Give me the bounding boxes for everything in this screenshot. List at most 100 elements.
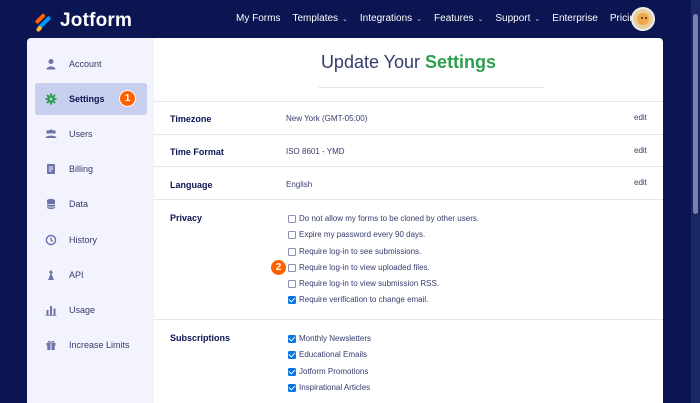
option-label: Expire my password every 90 days.: [299, 230, 426, 239]
language-value: English: [286, 180, 313, 189]
checkbox[interactable]: [288, 214, 296, 223]
sidebar-item-history[interactable]: History: [35, 224, 147, 256]
timezone-edit-link[interactable]: edit: [634, 113, 647, 122]
main-nav: My Forms Templates ⌄ Integrations ⌄ Featur…: [236, 13, 652, 24]
checkbox[interactable]: [288, 230, 296, 239]
privacy-option-no-clone[interactable]: Do not allow my forms to be cloned by ot…: [288, 214, 479, 223]
gift-icon: [45, 339, 57, 351]
nav-enterprise[interactable]: Enterprise: [552, 13, 598, 24]
nav-label: Integrations: [359, 13, 413, 24]
chart-icon: [45, 304, 57, 316]
chevron-down-icon: ⌄: [342, 15, 348, 23]
page-title-accent: Settings: [425, 52, 497, 72]
nav-features[interactable]: Features ⌄: [434, 13, 483, 24]
option-label: Require log-in to view submission RSS.: [299, 279, 440, 288]
chevron-down-icon: ⌄: [534, 15, 541, 23]
timezone-label: Timezone: [170, 114, 212, 124]
sidebar-item-billing[interactable]: Billing: [35, 153, 147, 185]
row-divider: [154, 319, 663, 320]
nav-label: Templates: [292, 13, 339, 24]
jotform-logo[interactable]: Jotform: [34, 10, 133, 33]
time-format-label: Time Format: [170, 147, 224, 157]
step-badge-2: 2: [270, 259, 287, 276]
subscription-monthly-newsletters[interactable]: Monthly Newsletters: [288, 334, 371, 343]
history-icon: [45, 234, 57, 246]
option-label: Educational Emails: [299, 350, 368, 359]
sidebar-item-increase-limits[interactable]: Increase Limits: [35, 329, 147, 361]
privacy-option-login-rss[interactable]: Require log-in to view submission RSS.: [288, 279, 439, 288]
settings-sidebar: Account Settings Users Billing Data Hist…: [27, 38, 154, 403]
sidebar-item-label: API: [69, 270, 84, 280]
nav-templates[interactable]: Templates ⌄: [292, 13, 347, 24]
checkbox-checked[interactable]: [288, 383, 296, 392]
language-edit-link[interactable]: edit: [634, 178, 647, 187]
jotform-logo-icon: [34, 12, 54, 33]
row-divider: [154, 166, 663, 167]
time-format-edit-link[interactable]: edit: [634, 146, 647, 155]
sidebar-item-data[interactable]: Data: [35, 188, 147, 220]
checkbox-checked[interactable]: [288, 350, 296, 359]
top-navbar: Jotform My Forms Templates ⌄ Integrations…: [0, 0, 700, 38]
chevron-down-icon: ⌄: [477, 15, 484, 23]
sidebar-item-label: Billing: [69, 164, 94, 174]
nav-my-forms[interactable]: My Forms: [236, 13, 280, 24]
row-divider: [154, 199, 663, 200]
privacy-label: Privacy: [170, 213, 203, 223]
api-icon: [45, 269, 57, 281]
row-divider: [154, 134, 663, 135]
sidebar-item-label: Settings: [69, 94, 105, 104]
checkbox[interactable]: [288, 247, 296, 256]
sidebar-item-label: History: [69, 235, 98, 245]
option-label: Require log-in to see submissions.: [299, 247, 422, 256]
checkbox-checked[interactable]: [288, 295, 296, 304]
option-label: Inspirational Articles: [299, 383, 371, 392]
option-label: Require log-in to view uploaded files.: [299, 263, 430, 272]
page-scrollbar[interactable]: [691, 0, 700, 403]
page-title-prefix: Update Your: [320, 52, 421, 72]
sidebar-item-api[interactable]: API: [35, 259, 147, 291]
user-avatar[interactable]: [631, 7, 655, 31]
sidebar-item-label: Increase Limits: [69, 340, 130, 350]
gear-icon: [45, 93, 57, 105]
privacy-option-login-uploads[interactable]: Require log-in to view uploaded files.: [288, 263, 430, 272]
option-label: Jotform Promotions: [299, 367, 369, 376]
scrollbar-thumb[interactable]: [693, 14, 698, 214]
avatar-eye: [645, 17, 647, 19]
privacy-option-verify-email[interactable]: Require verification to change email.: [288, 295, 428, 304]
row-divider: [154, 101, 663, 102]
avatar-eye: [641, 17, 643, 19]
option-label: Monthly Newsletters: [299, 334, 372, 343]
subscription-inspirational-articles[interactable]: Inspirational Articles: [288, 383, 370, 392]
avatar-face-icon: [637, 13, 649, 25]
sidebar-item-usage[interactable]: Usage: [35, 294, 147, 326]
checkbox-checked[interactable]: [288, 334, 296, 343]
database-icon: [45, 198, 57, 210]
option-label: Require verification to change email.: [299, 295, 429, 304]
sidebar-item-label: Usage: [69, 305, 96, 315]
checkbox[interactable]: [288, 279, 296, 288]
subscription-jotform-promotions[interactable]: Jotform Promotions: [288, 367, 368, 376]
language-label: Language: [170, 180, 213, 190]
nav-integrations[interactable]: Integrations ⌄: [360, 13, 422, 24]
sidebar-item-label: Users: [69, 129, 93, 139]
brand-name: Jotform: [60, 10, 133, 31]
nav-label: My Forms: [236, 13, 281, 24]
nav-support[interactable]: Support ⌄: [495, 13, 540, 24]
sidebar-item-users[interactable]: Users: [35, 118, 147, 150]
user-icon: [45, 58, 57, 70]
title-divider: [318, 87, 544, 88]
privacy-option-expire-password[interactable]: Expire my password every 90 days.: [288, 230, 425, 239]
checkbox-checked[interactable]: [288, 367, 296, 376]
subscription-educational-emails[interactable]: Educational Emails: [288, 350, 367, 359]
chevron-down-icon: ⌄: [416, 15, 423, 23]
receipt-icon: [45, 163, 57, 175]
checkbox[interactable]: [288, 263, 296, 272]
sidebar-item-label: Account: [69, 59, 102, 69]
settings-panel: Update Your Settings Timezone New York (…: [154, 38, 663, 403]
option-label: Do not allow my forms to be cloned by ot…: [299, 214, 480, 223]
privacy-option-login-submissions[interactable]: Require log-in to see submissions.: [288, 247, 421, 256]
subscriptions-label: Subscriptions: [170, 333, 231, 343]
sidebar-item-account[interactable]: Account: [35, 48, 147, 80]
step-badge-1: 1: [119, 90, 136, 107]
nav-label: Support: [495, 13, 531, 24]
